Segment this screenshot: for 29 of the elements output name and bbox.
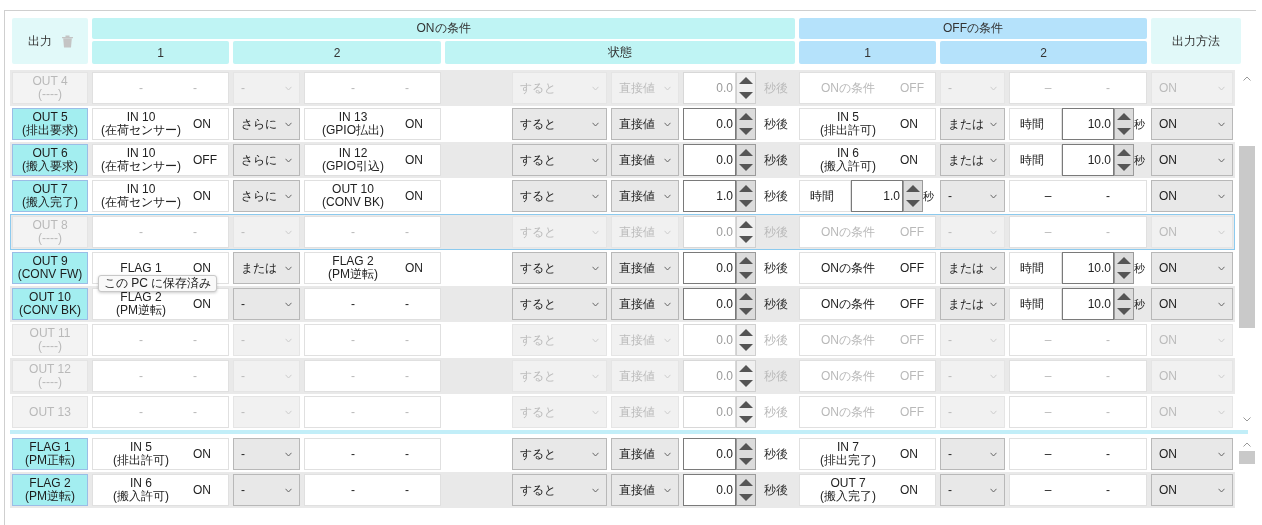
unit-label: 秒後: [763, 331, 789, 349]
column-header: 1: [92, 41, 229, 64]
header-label: 出力: [27, 32, 52, 50]
unit-label: 秒: [923, 188, 935, 204]
column-header: 1: [799, 41, 936, 64]
unit-label: 秒後: [763, 187, 789, 205]
unit-label: 秒: [1134, 152, 1146, 168]
unit-label: 秒後: [763, 445, 789, 463]
column-header: 出力方法: [1151, 18, 1241, 64]
unit-label: 秒: [1134, 296, 1146, 312]
column-header: ONの条件: [92, 18, 795, 39]
unit-label: 秒後: [763, 403, 789, 421]
unit-label: 秒後: [763, 481, 789, 499]
unit-label: 秒: [1134, 260, 1146, 276]
time-label: 時間: [1009, 144, 1062, 176]
column-header: 2: [233, 41, 441, 64]
column-header: OFFの条件: [799, 18, 1147, 39]
unit-label: 秒後: [763, 115, 789, 133]
unit-label: 秒後: [763, 295, 789, 313]
time-label: 時間: [1009, 108, 1062, 140]
unit-label: 秒後: [763, 151, 789, 169]
time-label: 時間: [1009, 252, 1062, 284]
unit-label: 秒: [1134, 116, 1146, 132]
unit-label: 秒後: [763, 259, 789, 277]
column-header: 2: [940, 41, 1147, 64]
column-header: 状態: [445, 41, 795, 64]
time-label: 時間: [799, 180, 851, 212]
time-label: 時間: [1009, 288, 1062, 320]
tooltip: この PC に保存済み: [98, 275, 218, 292]
